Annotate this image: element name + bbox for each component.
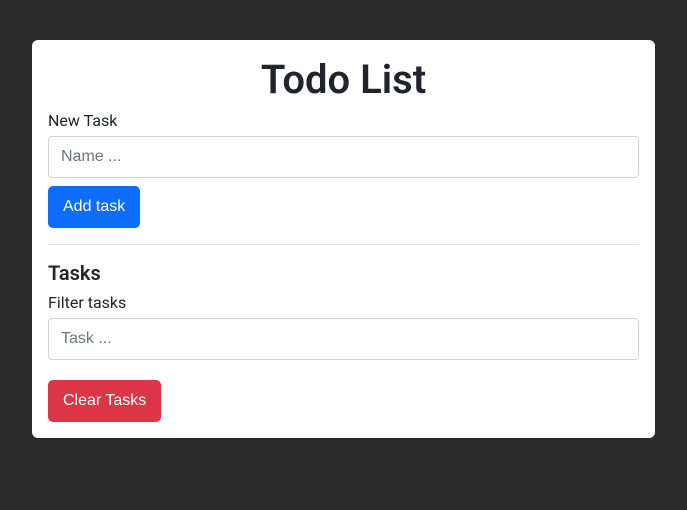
clear-tasks-button[interactable]: Clear Tasks [48, 380, 161, 422]
new-task-section: New Task Add task [48, 111, 639, 228]
new-task-label: New Task [48, 111, 639, 130]
filter-section: Filter tasks [48, 293, 639, 360]
add-task-button[interactable]: Add task [48, 186, 140, 228]
divider [48, 244, 639, 245]
filter-tasks-label: Filter tasks [48, 293, 639, 312]
tasks-heading: Tasks [48, 261, 639, 285]
filter-tasks-input[interactable] [48, 318, 639, 360]
todo-card: Todo List New Task Add task Tasks Filter… [32, 40, 655, 438]
page-title: Todo List [48, 56, 639, 103]
new-task-input[interactable] [48, 136, 639, 178]
